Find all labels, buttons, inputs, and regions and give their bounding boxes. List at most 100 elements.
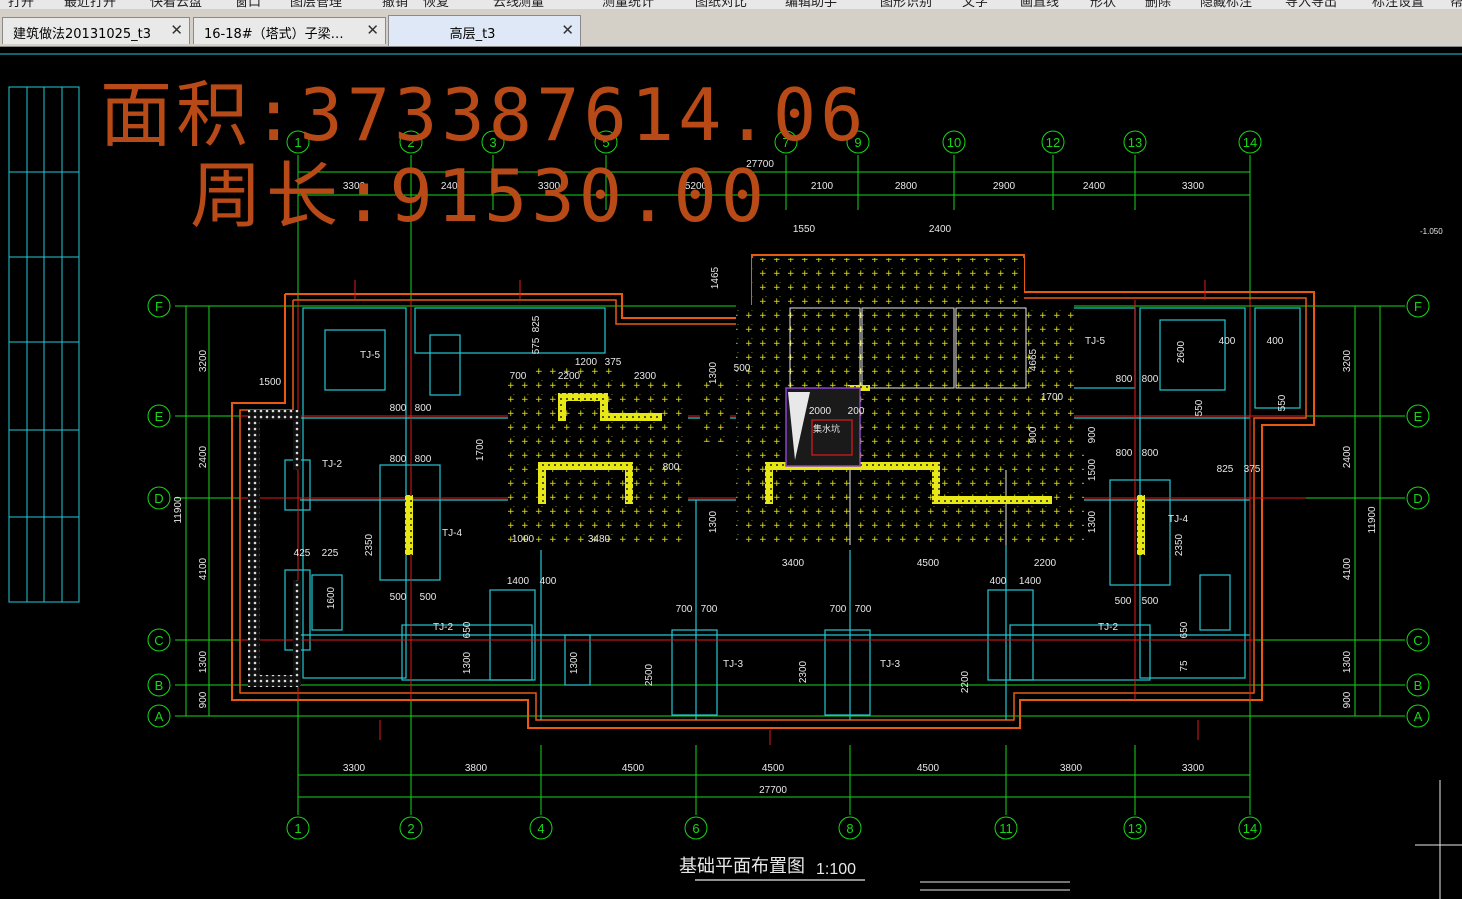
dim: 700 [510, 371, 527, 382]
dim: 1300 [1087, 510, 1098, 533]
tj2-label: TJ-2 [322, 459, 342, 470]
menu-item[interactable]: 撤销 [382, 0, 408, 9]
axis-label: 2 [407, 821, 414, 836]
menu-item[interactable]: 隐藏标注 [1200, 0, 1252, 9]
bottom-axis-bubbles: 1 2 4 6 8 11 13 14 [286, 816, 1262, 840]
axis-label: 10 [947, 135, 961, 150]
dim: 1700 [1041, 392, 1064, 403]
dim: 825 [531, 315, 542, 332]
dim: 4100 [198, 557, 209, 580]
dim: 3400 [782, 558, 805, 569]
dim: 800 [1142, 448, 1159, 459]
close-icon[interactable]: ✕ [561, 21, 574, 39]
axis-label: F [155, 299, 163, 314]
dim: 1400 [1019, 576, 1042, 587]
dim: 2400 [929, 224, 952, 235]
dim: 1600 [326, 586, 337, 609]
dim: 900 [198, 691, 209, 708]
dim-right-total: 11900 [1367, 506, 1378, 534]
dim: 900 [1087, 426, 1098, 443]
dim: 700 [701, 604, 718, 615]
axis-label: C [1413, 633, 1422, 648]
dim: 2000 [809, 406, 832, 417]
dim: 4500 [917, 558, 940, 569]
menu-item[interactable]: 测量 [518, 0, 544, 9]
menu-item[interactable]: 窗口 [235, 0, 261, 9]
axis-label: E [155, 409, 164, 424]
dim: 800 [415, 454, 432, 465]
tab-label: 高层_t3 [449, 27, 496, 42]
dim: 3200 [1342, 349, 1353, 372]
document-tab-bar: 建筑做法20131025_t3 ✕ 16-18#（塔式）子梁… ✕ 高层_t3 … [0, 9, 1462, 47]
menu-item[interactable]: 快着云盘 [150, 0, 202, 9]
menu-item[interactable]: 图形识别 [880, 0, 932, 9]
cad-drawing-canvas[interactable]: + · [0, 47, 1462, 899]
axis-label: 1 [294, 821, 301, 836]
menu-item[interactable]: 画直线 [1020, 0, 1059, 9]
tab-highrise[interactable]: 高层_t3 ✕ [388, 15, 581, 46]
dim: 3300 [1182, 181, 1205, 192]
dim: 2600 [1176, 340, 1187, 363]
axis-label: 14 [1243, 821, 1257, 836]
tab-building-practice[interactable]: 建筑做法20131025_t3 ✕ [2, 17, 190, 44]
tj5-label: TJ-5 [360, 350, 380, 361]
perimeter-label: 周长: [190, 154, 390, 238]
dim: 800 [1116, 448, 1133, 459]
dim: 500 [734, 363, 751, 374]
dim: 75 [1179, 660, 1190, 672]
sump-pit-label: 集水坑 [813, 423, 840, 434]
axis-label: 14 [1243, 135, 1257, 150]
menu-item[interactable]: 测量统计 [602, 0, 654, 9]
dim: 225 [322, 548, 339, 559]
menu-item[interactable]: 形状 [1090, 0, 1116, 9]
title-block [8, 86, 80, 603]
axis-label: D [1413, 491, 1422, 506]
menu-item[interactable]: 导入导出 [1285, 0, 1337, 9]
tab-tower-beam[interactable]: 16-18#（塔式）子梁… ✕ [193, 17, 386, 44]
menu-item[interactable]: 编辑助手 [785, 0, 837, 9]
close-icon[interactable]: ✕ [170, 21, 183, 39]
dim: 400 [990, 576, 1007, 587]
menu-item[interactable]: 云线 [493, 0, 519, 9]
menu-item[interactable]: 最近打开 [64, 0, 116, 9]
menu-item[interactable]: 恢复 [423, 0, 449, 9]
menu-item[interactable]: 删除 [1145, 0, 1171, 9]
dim: 3200 [198, 349, 209, 372]
dim: 2350 [1174, 533, 1185, 556]
axis-label: F [1414, 299, 1422, 314]
dim: 700 [830, 604, 847, 615]
menu-item[interactable]: 帮 [1450, 0, 1462, 9]
axis-label: 8 [846, 821, 853, 836]
dim: 2500 [644, 663, 655, 686]
menu-item[interactable]: 图层管理 [290, 0, 342, 9]
dim: 550 [1277, 394, 1288, 411]
close-icon[interactable]: ✕ [366, 21, 379, 39]
menu-item[interactable]: 打开 [8, 0, 34, 9]
dim: 4500 [762, 763, 785, 774]
dim: 2400 [198, 445, 209, 468]
menu-item[interactable]: 图纸对比 [695, 0, 747, 9]
drawing-scale: 1:100 [816, 861, 856, 878]
dim: 650 [1179, 621, 1190, 638]
dim: 2900 [993, 181, 1016, 192]
dim: 800 [663, 462, 680, 473]
dim: 700 [855, 604, 872, 615]
dim: 825 [1217, 464, 1234, 475]
dim: 1300 [708, 361, 719, 384]
menu-item[interactable]: 文字 [962, 0, 988, 9]
tab-label: 16-18#（塔式）子梁… [204, 27, 344, 42]
dim: 500 [390, 592, 407, 603]
dim: 650 [462, 621, 473, 638]
dim: 2300 [634, 371, 657, 382]
menu-bar: 打开 最近打开 快着云盘 窗口 图层管理 撤销 恢复 云线 测量 测量统计 图纸对比 编辑助手 图形识别… [0, 0, 1462, 9]
dim: 2800 [895, 181, 918, 192]
dim: 2350 [364, 533, 375, 556]
tj2-label: TJ-2 [1098, 622, 1118, 633]
axis-label: 6 [692, 821, 699, 836]
dim: 400 [1219, 336, 1236, 347]
axis-label: 13 [1128, 135, 1142, 150]
dim: 800 [390, 454, 407, 465]
axis-label: A [1414, 709, 1423, 724]
menu-item[interactable]: 标注设置 [1372, 0, 1424, 9]
tj3-label: TJ-3 [723, 659, 743, 670]
